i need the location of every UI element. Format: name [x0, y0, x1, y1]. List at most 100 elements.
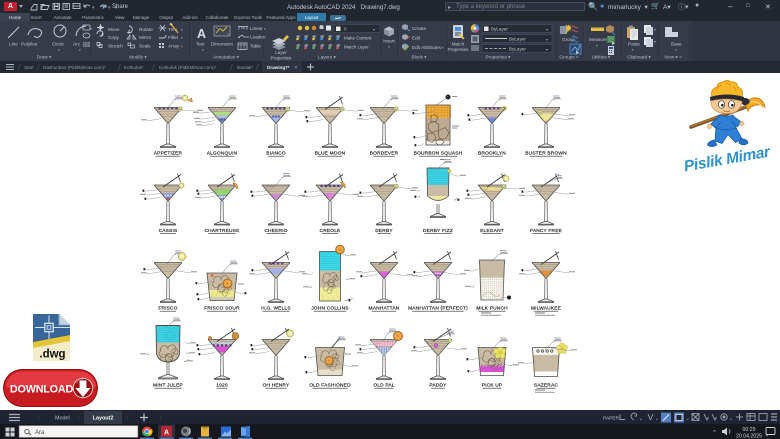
svg-text:Measure: Measure	[589, 37, 607, 42]
svg-text:MILK PUNCH: MILK PUNCH	[476, 306, 508, 312]
svg-text:Text: Text	[196, 42, 205, 47]
svg-text:ByLayer: ByLayer	[509, 37, 526, 42]
svg-text:Start: Start	[24, 65, 34, 70]
svg-text:Edit: Edit	[412, 36, 421, 41]
svg-text:▾: ▾	[181, 45, 183, 49]
svg-text:▾: ▾	[640, 418, 642, 422]
svg-text:DERBY FIZZ: DERBY FIZZ	[423, 228, 453, 234]
svg-text:▾: ▾	[388, 45, 390, 49]
svg-text:Scale: Scale	[139, 44, 151, 49]
svg-text:Move: Move	[108, 27, 120, 32]
svg-text:Block ▾: Block ▾	[411, 55, 427, 60]
svg-text:▾: ▾	[202, 48, 204, 52]
svg-text:▾: ▾	[58, 48, 60, 52]
svg-text:Modify ▾: Modify ▾	[129, 55, 147, 60]
svg-text:Base: Base	[671, 42, 682, 47]
svg-text:▾: ▾	[181, 36, 183, 40]
svg-text:▾: ▾	[264, 36, 266, 40]
svg-text:SAZERAC: SAZERAC	[534, 383, 558, 389]
svg-text:Bardak*: Bardak*	[237, 65, 254, 70]
svg-text:▾: ▾	[108, 5, 111, 11]
svg-text:Match: Match	[452, 42, 465, 47]
svg-text:OLD PAL: OLD PAL	[373, 383, 394, 389]
svg-text:Edit Attributes: Edit Attributes	[412, 45, 442, 50]
svg-text:Korkuluk*: Korkuluk*	[124, 65, 144, 70]
svg-text:ByLayer: ByLayer	[491, 27, 508, 32]
svg-text:Layout2: Layout2	[93, 416, 114, 422]
svg-text:00:29: 00:29	[743, 427, 756, 433]
svg-text:View ▾ »: View ▾ »	[664, 55, 682, 60]
svg-text:20.04.2025: 20.04.2025	[736, 434, 762, 439]
svg-text:Layers ▾: Layers ▾	[318, 55, 336, 60]
svg-text:H.G. WELLS: H.G. WELLS	[261, 306, 290, 312]
svg-text:BOURBON SQUASH: BOURBON SQUASH	[414, 151, 463, 157]
svg-text:⌃: ⌃	[712, 430, 717, 437]
svg-text:▾: ▾	[90, 26, 92, 31]
svg-text:BROOKLYN: BROOKLYN	[478, 151, 506, 157]
svg-text:▾: ▾	[675, 48, 677, 52]
svg-text:Ara: Ara	[35, 430, 45, 436]
svg-text:BLUE MOON: BLUE MOON	[315, 151, 346, 157]
svg-text:Array: Array	[168, 44, 180, 49]
svg-text:.dwg: .dwg	[39, 349, 65, 361]
svg-text:DOWNLOAD: DOWNLOAD	[10, 384, 74, 396]
svg-text:Group: Group	[562, 37, 575, 42]
svg-text:Layer: Layer	[275, 50, 287, 55]
svg-text:Copy: Copy	[108, 35, 120, 40]
svg-text:Mirror: Mirror	[139, 35, 152, 40]
svg-text:Annotation ▾: Annotation ▾	[213, 55, 240, 60]
svg-text:BUSTER BROWN: BUSTER BROWN	[525, 151, 567, 157]
svg-text:Leader: Leader	[250, 35, 265, 40]
svg-text:1920: 1920	[216, 383, 228, 389]
svg-text:Match Layer: Match Layer	[344, 45, 369, 50]
svg-text:Drawing7*: Drawing7*	[267, 65, 290, 70]
svg-text:Arc: Arc	[73, 42, 81, 47]
svg-text:Insert: Insert	[383, 39, 395, 44]
svg-text:Create: Create	[412, 26, 426, 31]
svg-text:JOHN COLLINS: JOHN COLLINS	[311, 306, 348, 312]
svg-text:Clipboard ▾: Clipboard ▾	[627, 55, 651, 60]
svg-text:▾: ▾	[442, 46, 444, 50]
svg-text:OLD FASHIONED: OLD FASHIONED	[309, 383, 351, 389]
svg-text:FRISCO SOUR: FRISCO SOUR	[204, 306, 240, 312]
svg-text:Properties ▾: Properties ▾	[485, 55, 511, 60]
svg-text:PADDY: PADDY	[429, 383, 447, 389]
svg-text:ALGONQUIN: ALGONQUIN	[207, 151, 238, 157]
svg-text:BIANCO: BIANCO	[266, 151, 286, 157]
svg-text:▾: ▾	[546, 47, 548, 52]
svg-text:MANHATTAN: MANHATTAN	[369, 306, 400, 312]
svg-text:Groups »: Groups »	[559, 55, 579, 60]
svg-text:Line: Line	[9, 42, 18, 47]
svg-text:Linear: Linear	[250, 26, 263, 31]
svg-text:MANHATTAN (PERFECT): MANHATTAN (PERFECT)	[408, 306, 468, 312]
svg-text:▾: ▾	[654, 27, 656, 32]
svg-text:ELEGANT: ELEGANT	[480, 228, 504, 234]
svg-text:PAPER: PAPER	[603, 416, 619, 422]
svg-text:▾: ▾	[596, 44, 598, 48]
svg-text:BORDEVER: BORDEVER	[370, 151, 399, 157]
svg-text:Polyline: Polyline	[21, 42, 38, 47]
svg-text:CASSIS: CASSIS	[159, 228, 178, 234]
svg-text:FANCY FREE: FANCY FREE	[530, 228, 562, 234]
svg-text:APPETIZER: APPETIZER	[154, 151, 183, 157]
svg-text:▾: ▾	[654, 39, 656, 44]
svg-text:▾: ▾	[373, 27, 375, 32]
svg-text:Pislik Mimar: Pislik Mimar	[683, 143, 773, 175]
svg-text:▾: ▾	[264, 27, 266, 31]
svg-text:OH HENRY: OH HENRY	[263, 383, 290, 389]
svg-text:▾: ▾	[546, 27, 548, 32]
svg-text:FRISCO: FRISCO	[158, 306, 177, 312]
svg-text:DERBY: DERBY	[375, 228, 393, 234]
svg-text:Table: Table	[250, 44, 261, 49]
svg-text:▾: ▾	[687, 418, 689, 422]
svg-text:MINT JULEP: MINT JULEP	[153, 383, 183, 389]
svg-text:▾: ▾	[656, 418, 658, 422]
svg-text:▾: ▾	[92, 5, 95, 11]
svg-text:▾: ▾	[730, 418, 732, 422]
svg-text:Draw ▾: Draw ▾	[37, 55, 52, 60]
svg-text:A: A	[164, 430, 169, 437]
svg-text:✕: ✕	[294, 65, 298, 70]
svg-text:MILWAUKEE: MILWAUKEE	[531, 306, 561, 312]
svg-text:▾: ▾	[181, 28, 183, 32]
svg-text:ByLayer: ByLayer	[509, 47, 526, 52]
